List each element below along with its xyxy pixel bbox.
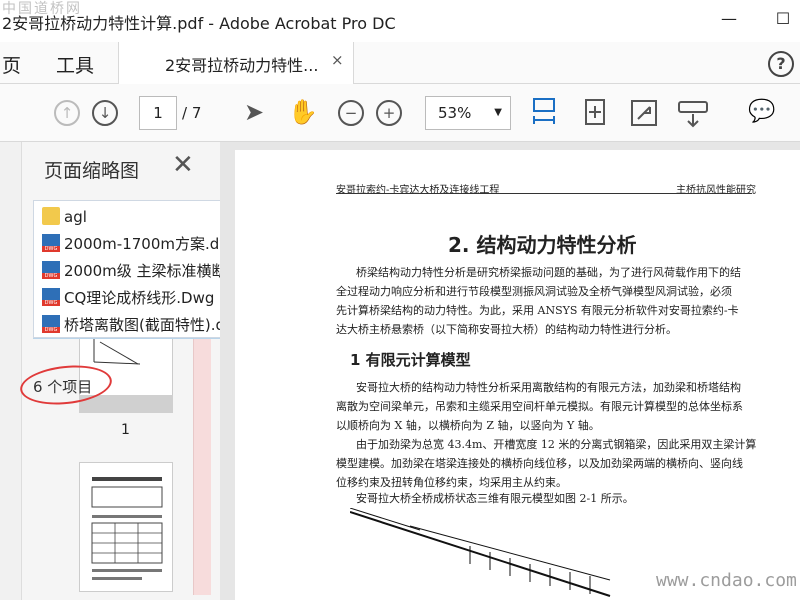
- thumbnail-page-number: 1: [121, 422, 130, 438]
- close-icon[interactable]: ×: [331, 51, 344, 69]
- chevron-down-icon: ▼: [494, 107, 502, 118]
- dwg-file-icon: [42, 234, 60, 252]
- paragraph-line: 达大桥主桥悬索桥（以下简称安哥拉大桥）的结构动力特性进行分析。: [336, 323, 677, 336]
- fit-width-icon[interactable]: [531, 96, 557, 130]
- hand-tool-icon[interactable]: ✋: [288, 98, 318, 126]
- list-item[interactable]: CQ理论成桥线形.Dwg: [42, 287, 214, 309]
- maximize-button[interactable]: ☐: [772, 8, 794, 30]
- select-tool-icon[interactable]: ➤: [244, 98, 264, 126]
- subsection-heading: 1 有限元计算模型: [350, 351, 471, 369]
- page-number-input[interactable]: 1: [139, 96, 177, 130]
- paragraph-line: 安哥拉大桥全桥成桥状态三维有限元模型如图 2-1 所示。: [356, 492, 634, 505]
- paragraph-line: 全过程动力响应分析和进行节段模型测振风洞试验及全桥气弹模型风洞试验，必须: [336, 285, 732, 298]
- paragraph-line: 由于加劲梁为总宽 43.4m、开槽宽度 12 米的分离式钢箱梁，因此采用双主梁计…: [356, 438, 757, 451]
- zoom-value: 53%: [438, 104, 472, 122]
- list-item-label: CQ理论成桥线形.Dwg: [64, 289, 215, 307]
- read-mode-icon[interactable]: [678, 100, 708, 128]
- watermark-bottom: www.cndao.com: [656, 570, 797, 591]
- close-icon[interactable]: ✕: [172, 150, 194, 180]
- fit-page-icon[interactable]: [582, 98, 608, 128]
- comment-icon[interactable]: 💬: [748, 99, 775, 124]
- zoom-out-icon[interactable]: −: [338, 100, 364, 126]
- full-screen-icon[interactable]: [630, 99, 658, 127]
- page-thumbnail-2[interactable]: [79, 462, 173, 592]
- list-item[interactable]: agl: [42, 207, 87, 229]
- paragraph-line: 先计算桥梁结构的动力特性。为此，采用 ANSYS 有限元分析软件对安哥拉索约-卡: [336, 304, 739, 317]
- title-bar: 中国道桥网 2安哥拉桥动力特性计算.pdf - Adobe Acrobat Pr…: [0, 0, 800, 42]
- fem-model-figure: [350, 508, 611, 597]
- next-page-icon[interactable]: ↓: [92, 100, 118, 126]
- page-total: / 7: [182, 104, 202, 122]
- window-title: 2安哥拉桥动力特性计算.pdf - Adobe Acrobat Pro DC: [2, 14, 396, 33]
- paragraph-line: 桥梁结构动力特性分析是研究桥梁振动问题的基础，为了进行风荷载作用下的结: [356, 266, 741, 279]
- minimize-button[interactable]: —: [718, 8, 740, 30]
- section-heading: 2. 结构动力特性分析: [448, 233, 637, 257]
- dwg-file-icon: [42, 315, 60, 333]
- tab-home[interactable]: 页: [2, 51, 21, 78]
- doc-tab-label: 2安哥拉桥动力特性...: [165, 56, 319, 75]
- list-item-label: 2000m-1700m方案.dwg: [64, 235, 242, 253]
- list-item[interactable]: 桥塔离散图(截面特性).dwg: [42, 314, 247, 336]
- tab-tools[interactable]: 工具: [56, 51, 94, 78]
- dwg-file-icon: [42, 261, 60, 279]
- folder-icon: [42, 207, 60, 225]
- panel-title: 页面缩略图: [44, 160, 140, 182]
- list-item[interactable]: 2000m-1700m方案.dwg: [42, 233, 241, 255]
- help-icon[interactable]: ?: [768, 51, 794, 77]
- paragraph-line: 离散为空间梁单元，吊索和主缆采用空间杆单元模拟。有限元计算模型的总体坐标系: [336, 400, 743, 413]
- thumbnail-table-drawing: [91, 477, 163, 580]
- tab-document[interactable]: 2安哥拉桥动力特性... ×: [118, 42, 354, 84]
- zoom-select[interactable]: 53% ▼: [425, 96, 511, 130]
- dwg-file-icon: [42, 288, 60, 306]
- paragraph-line: 安哥拉大桥的结构动力特性分析采用离散结构的有限元方法，加劲梁和桥塔结构: [356, 381, 741, 394]
- list-item-label: agl: [64, 208, 87, 226]
- navigation-strip: [0, 142, 22, 600]
- zoom-in-icon[interactable]: +: [376, 100, 402, 126]
- paragraph-line: 以顺桥向为 X 轴，以横桥向为 Z 轴，以竖向为 Y 轴。: [336, 419, 600, 432]
- paragraph-line: 模型建模。加劲梁在塔梁连接处的横桥向线位移，以及加劲梁两端的横桥向、竖向线: [336, 457, 743, 470]
- header-rule: [336, 193, 752, 194]
- prev-page-icon[interactable]: ↑: [54, 100, 80, 126]
